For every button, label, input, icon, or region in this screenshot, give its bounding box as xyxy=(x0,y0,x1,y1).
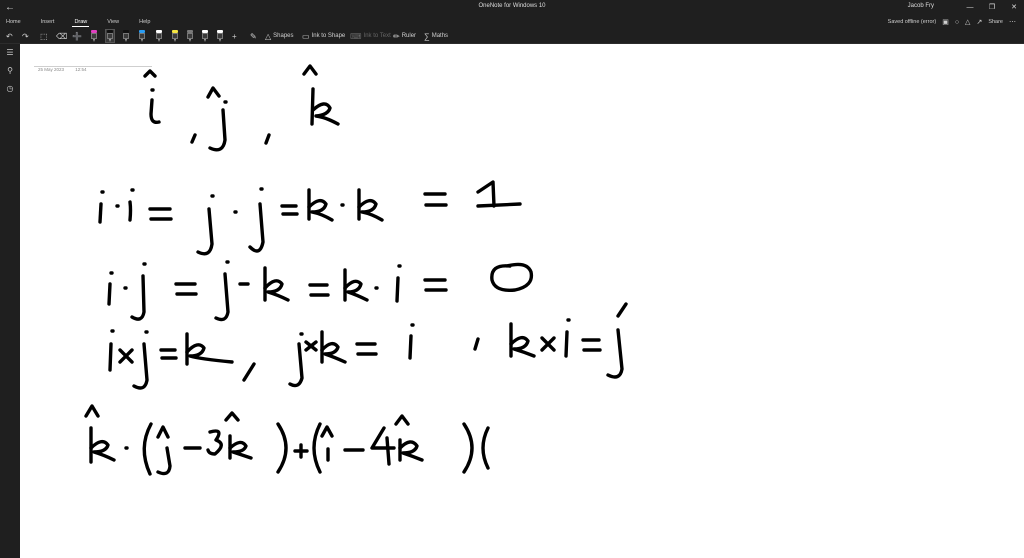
sync-status[interactable]: Saved offline (error) xyxy=(888,19,937,25)
ink-to-shape-label: Ink to Shape xyxy=(311,33,346,39)
pen-tip xyxy=(204,39,206,42)
pen-tip xyxy=(158,39,160,42)
pen-8[interactable] xyxy=(201,30,209,42)
ink-to-text-button[interactable]: ⌨ Ink to Text xyxy=(350,30,391,42)
maximize-icon[interactable]: ❐ xyxy=(986,2,998,14)
tab-draw[interactable]: Draw xyxy=(72,17,90,27)
tab-help[interactable]: Help xyxy=(137,17,152,27)
share-button[interactable]: Share xyxy=(988,19,1003,25)
shapes-icon: △ xyxy=(265,31,272,41)
tab-view[interactable]: View xyxy=(105,17,121,27)
ink-to-text-label: Ink to Text xyxy=(363,33,391,39)
share-icon[interactable]: ↗ xyxy=(976,18,982,26)
ink-to-text-icon: ⌨ xyxy=(350,31,362,41)
pen-tip xyxy=(125,39,127,42)
recent-notes-icon[interactable]: ◷ xyxy=(5,84,15,94)
ink-dot-products-zero xyxy=(107,260,534,322)
ink-expression xyxy=(84,404,490,476)
pen-3[interactable] xyxy=(122,30,130,42)
pen-4[interactable] xyxy=(138,30,146,42)
pen-tip xyxy=(189,39,191,42)
close-icon[interactable]: ✕ xyxy=(1008,2,1020,14)
ribbon-tabs: Home Insert Draw View Help xyxy=(4,17,152,27)
search-icon[interactable]: ⚲ xyxy=(5,66,15,76)
more-options-icon[interactable]: ⋯ xyxy=(1009,18,1016,26)
ink-replay-icon[interactable]: ✎ xyxy=(250,30,259,42)
pen-6[interactable] xyxy=(171,30,179,42)
pen-tip xyxy=(109,39,111,42)
pen-1[interactable] xyxy=(90,30,98,42)
shapes-label: Shapes xyxy=(273,33,294,39)
maths-button[interactable]: ∑ Maths xyxy=(424,30,448,42)
pen-tip xyxy=(141,39,143,42)
user-name[interactable]: Jacob Fry xyxy=(908,3,934,9)
left-navigation-rail: ☰ ⚲ ◷ xyxy=(0,44,20,558)
handwritten-ink xyxy=(84,64,628,476)
app-title: OneNote for Windows 10 xyxy=(478,3,546,9)
window-controls: — ❐ ✕ xyxy=(964,2,1020,14)
ink-to-shape-icon: ▭ xyxy=(302,31,310,41)
ink-cross-products xyxy=(108,302,628,390)
ink-to-shape-button[interactable]: ▭ Ink to Shape xyxy=(302,30,345,42)
pen-9[interactable] xyxy=(216,30,224,42)
eraser-icon[interactable]: ⌫ xyxy=(56,30,69,42)
add-pen-icon[interactable]: + xyxy=(232,30,239,42)
ruler-label: Ruler xyxy=(401,33,417,39)
pen-tip xyxy=(219,39,221,42)
notebooks-icon[interactable]: ☰ xyxy=(5,48,15,58)
ink-dot-products-one xyxy=(98,180,522,256)
tab-home[interactable]: Home xyxy=(4,17,23,27)
notebook-icon[interactable]: ▣ xyxy=(942,18,949,26)
add-space-icon[interactable]: ➕ xyxy=(72,30,84,42)
shapes-button[interactable]: △ Shapes xyxy=(265,30,294,42)
ruler-icon: ✏ xyxy=(393,31,400,41)
page-canvas[interactable]: 25 May 2023 12:54 xyxy=(20,44,1024,558)
ruler-button[interactable]: ✏ Ruler xyxy=(393,30,416,42)
title-bar: ← OneNote for Windows 10 Jacob Fry — ❐ ✕ xyxy=(0,0,1024,16)
pen-tip xyxy=(174,39,176,42)
status-area: Saved offline (error) ▣ ○ △ ↗ Share ⋯ xyxy=(888,17,1016,27)
minimize-icon[interactable]: — xyxy=(964,2,976,14)
draw-toolbar: ↶ ↷ ⬚ ⌫ ➕ + ✎ △ Shapes ▭ Ink to Shape ⌨ Ink… xyxy=(0,28,1024,44)
redo-icon[interactable]: ↷ xyxy=(22,30,31,42)
pen-tip xyxy=(93,39,95,42)
highlighter-yellow[interactable] xyxy=(155,30,163,42)
lightbulb-icon[interactable]: ○ xyxy=(955,19,959,26)
undo-icon[interactable]: ↶ xyxy=(6,30,15,42)
menu-bar: Home Insert Draw View Help Saved offline… xyxy=(0,16,1024,28)
pen-7[interactable] xyxy=(186,30,194,42)
pen-2-selected[interactable] xyxy=(105,29,115,43)
lasso-select-icon[interactable]: ⬚ xyxy=(40,30,50,42)
maths-label: Maths xyxy=(431,33,449,39)
maths-icon: ∑ xyxy=(424,31,430,41)
tab-insert[interactable]: Insert xyxy=(39,17,57,27)
bell-icon[interactable]: △ xyxy=(965,18,970,26)
ink-unit-vectors xyxy=(143,64,340,152)
